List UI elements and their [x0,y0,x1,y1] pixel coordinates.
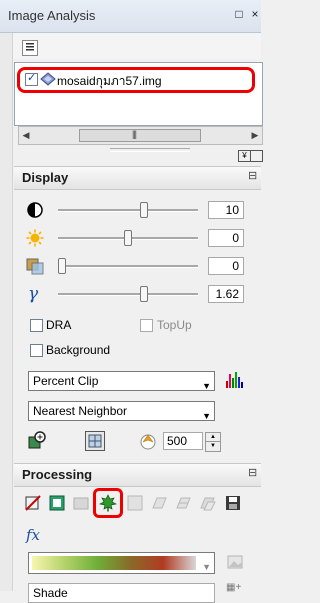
ndvi-button[interactable] [98,494,118,512]
left-gutter [0,33,13,591]
raster-layer-icon [40,72,56,86]
transparency-icon [26,257,44,275]
resolution-icon [88,434,102,448]
layer-item[interactable]: mosaidกุมภา57.img [25,71,245,88]
scale-value-field[interactable]: 500 [163,432,203,450]
scale-icon [138,431,158,451]
resampling-dropdown[interactable]: Nearest Neighbor ▼ [28,401,215,421]
render-method-dropdown[interactable]: Shade [28,583,215,603]
stretch-type-dropdown[interactable]: Percent Clip ▼ [28,371,215,391]
brightness-value[interactable]: 0 [208,229,244,247]
topup-checkbox[interactable] [140,319,153,332]
color-ramp-swatch [32,556,196,570]
background-label: Background [46,343,111,357]
color-ramp-dropdown[interactable]: ▼ [28,552,215,574]
processing-section-header[interactable]: Processing ⊟ [14,463,261,487]
mosaic-button[interactable] [198,494,216,512]
contrast-value[interactable]: 10 [208,201,244,219]
pane-toggle-button[interactable] [250,150,263,162]
display-section-label: Display [22,170,69,185]
layer-list: mosaidกุมภา57.img [14,62,263,126]
list-options-button[interactable] [22,40,38,56]
transparency-value[interactable]: 0 [208,257,244,275]
layers-icon [152,497,167,509]
zoom-to-raster-button[interactable] [27,430,47,450]
contrast-slider-track[interactable] [58,209,198,212]
chevron-down-icon: ▼ [202,381,211,391]
topup-label: TopUp [157,318,192,332]
panel-titlebar: Image Analysis □ × [0,0,261,33]
histogram-button[interactable] [223,369,245,391]
scrollbar-grip: ||| [132,129,137,139]
orthorectify-button[interactable] [126,494,144,512]
pansharpen-button[interactable] [150,494,168,512]
layer-list-scrollbar[interactable]: ◀ ||| ▶ [18,126,263,145]
scrollbar-thumb[interactable]: ||| [79,129,201,142]
collapse-display-icon[interactable]: ⊟ [248,170,258,182]
layer-name: mosaidกุมภา57.img [57,74,162,88]
leaf-icon [98,494,118,512]
panel-toolbar [0,33,261,59]
add-render-button[interactable]: ▦+ [226,583,244,593]
stack-icon [73,497,89,510]
reproject-button[interactable] [174,494,192,512]
function-editor-button[interactable]: 𝑓x [26,526,44,544]
background-checkbox[interactable] [30,344,43,357]
image-icon [227,555,243,569]
scroll-right-arrow[interactable]: ▶ [248,128,262,142]
gamma-slider-thumb[interactable] [139,286,148,302]
stretch-type-value: Percent Clip [33,374,99,388]
function-icon: 𝑓x [26,526,41,544]
dra-label: DRA [46,318,72,332]
render-method-value: Shade [33,586,68,600]
clip-icon [25,495,41,511]
panel-title: Image Analysis [8,8,96,23]
display-section-header[interactable]: Display ⊟ [14,166,261,190]
collapse-processing-icon[interactable]: ⊟ [248,467,258,479]
one-to-one-button[interactable] [85,431,105,451]
gamma-slider-track[interactable] [58,293,198,296]
gamma-icon: γ [28,284,39,304]
mask-icon [49,495,65,511]
brightness-slider-thumb[interactable] [124,230,132,246]
histogram-icon [226,372,243,388]
resampling-value: Nearest Neighbor [33,404,128,418]
chevron-down-icon: ▼ [202,411,211,421]
contrast-slider-thumb[interactable] [139,202,148,218]
dra-checkbox[interactable] [30,319,43,332]
chevron-down-icon: ▼ [202,562,211,572]
layers-grid-icon [176,497,191,509]
layer-checkbox[interactable] [25,71,38,86]
list-icon [26,43,34,51]
export-button[interactable] [224,494,242,512]
color-ramp-options-button[interactable] [226,553,244,571]
mask-button[interactable] [48,494,66,512]
zoom-raster-icon [28,431,46,449]
clip-button[interactable] [24,494,42,512]
pin-button[interactable]: □ [232,6,246,22]
scroll-left-arrow[interactable]: ◀ [19,128,33,142]
gamma-value[interactable]: 1.62 [208,285,244,303]
transparency-slider-track[interactable] [58,265,198,268]
panel-splitter[interactable] [110,148,190,152]
grid-icon [127,495,143,511]
scale-spin-down[interactable]: ▼ [205,441,221,452]
save-icon [226,496,240,510]
transparency-slider-thumb[interactable] [58,258,66,274]
brightness-icon [26,229,44,247]
hillshade-button[interactable] [72,494,90,512]
processing-section-label: Processing [22,467,93,482]
close-button[interactable]: × [248,6,262,22]
contrast-icon [26,201,44,219]
mosaic-icon [200,497,216,511]
